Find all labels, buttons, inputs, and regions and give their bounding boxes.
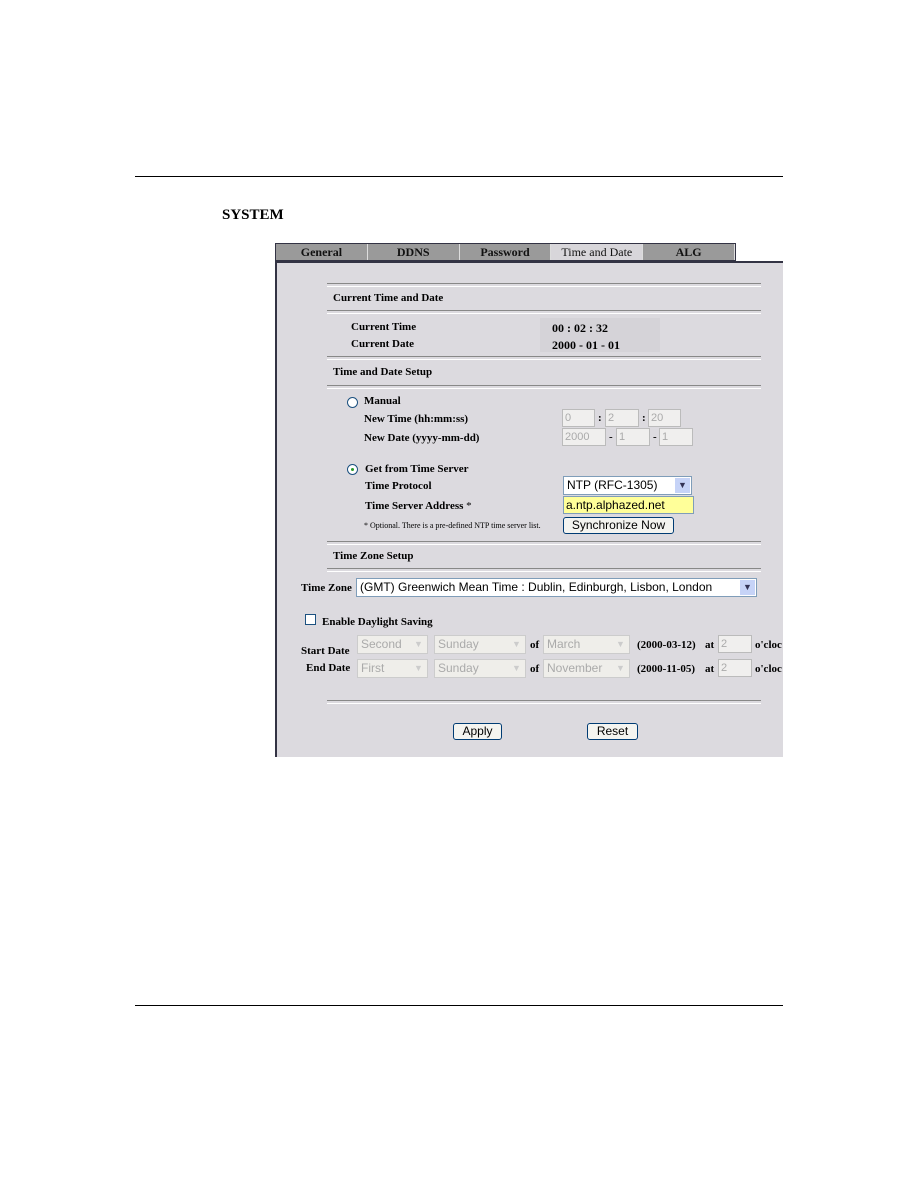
current-heading: Current Time and Date [333,292,444,304]
start-day-value: Sunday [438,637,479,651]
divider [327,356,761,360]
reset-button[interactable]: Reset [587,723,638,740]
day-input[interactable]: 1 [659,428,693,446]
start-month-select[interactable]: March ▼ [543,635,630,654]
chevron-down-icon: ▼ [613,637,628,652]
separator: - [609,431,613,443]
current-date-label: Current Date [351,338,415,350]
daylight-saving-label: Enable Daylight Saving [322,616,433,628]
at-label: at [705,663,715,675]
asterisk: * [466,500,472,512]
hour-input[interactable]: 0 [562,409,595,427]
chevron-down-icon: ▼ [509,637,524,652]
divider [327,385,761,389]
of-label: of [530,663,540,675]
chevron-down-icon: ▼ [411,661,426,676]
new-date-label: New Date (yyyy-mm-dd) [364,432,480,444]
second-input[interactable]: 20 [648,409,681,427]
end-day-value: Sunday [438,661,479,675]
timezone-heading: Time Zone Setup [333,550,414,562]
chevron-down-icon: ▼ [675,478,690,493]
synchronize-now-button[interactable]: Synchronize Now [563,517,674,534]
divider [327,541,761,545]
tab-alg[interactable]: ALG [643,244,735,260]
end-week-value: First [361,661,385,675]
divider [327,310,761,314]
setup-heading: Time and Date Setup [333,366,433,378]
separator: - [653,431,657,443]
start-date-value: (2000-03-12) [637,639,696,651]
tab-general[interactable]: General [276,244,368,260]
end-week-select[interactable]: First ▼ [357,659,428,678]
protocol-value: NTP (RFC-1305) [567,478,658,492]
protocol-select[interactable]: NTP (RFC-1305) ▼ [563,476,692,495]
page-title: SYSTEM [222,207,284,223]
apply-button[interactable]: Apply [453,723,502,740]
start-day-select[interactable]: Sunday ▼ [434,635,526,654]
end-date-value: (2000-11-05) [637,663,696,675]
separator: : [598,412,602,424]
chevron-down-icon: ▼ [740,580,755,595]
oclock-label: o'cloc [755,663,782,675]
timezone-label: Time Zone [301,582,352,594]
address-label-text: Time Server Address [365,500,464,512]
server-address-input[interactable]: a.ntp.alphazed.net [563,496,694,514]
minute-input[interactable]: 2 [605,409,639,427]
address-label: Time Server Address * [365,500,472,512]
start-date-label: Start Date [301,645,350,657]
current-time-value: 00 : 02 : 32 [552,321,608,335]
timezone-value: (GMT) Greenwich Mean Time : Dublin, Edin… [360,580,713,594]
divider [327,700,761,704]
separator: : [642,412,646,424]
timezone-select[interactable]: (GMT) Greenwich Mean Time : Dublin, Edin… [356,578,757,597]
optional-note: * Optional. There is a pre-defined NTP t… [364,521,541,530]
current-date-value: 2000 - 01 - 01 [552,338,620,352]
end-month-value: November [547,661,603,675]
tab-bar: General DDNS Password Time and Date ALG [275,243,736,261]
start-hour-input[interactable]: 2 [718,635,752,653]
end-date-label: End Date [306,662,351,674]
end-month-select[interactable]: November ▼ [543,659,630,678]
top-rule [135,176,783,177]
manual-radio[interactable] [347,397,358,408]
end-day-select[interactable]: Sunday ▼ [434,659,526,678]
bottom-rule [135,1005,783,1006]
protocol-label: Time Protocol [365,480,432,492]
settings-panel [275,261,783,757]
tab-time-and-date[interactable]: Time and Date [551,244,644,260]
manual-label: Manual [364,395,401,407]
at-label: at [705,639,715,651]
oclock-label: o'cloc [755,639,782,651]
time-server-label: Get from Time Server [365,463,469,475]
chevron-down-icon: ▼ [613,661,628,676]
current-time-label: Current Time [351,321,417,333]
month-input[interactable]: 1 [616,428,650,446]
new-time-label: New Time (hh:mm:ss) [364,413,469,425]
start-week-value: Second [361,637,402,651]
daylight-saving-checkbox[interactable] [305,614,316,625]
tab-password[interactable]: Password [460,244,552,260]
start-week-select[interactable]: Second ▼ [357,635,428,654]
of-label: of [530,639,540,651]
tab-ddns[interactable]: DDNS [368,244,460,260]
divider [327,283,761,287]
divider [327,568,761,572]
start-month-value: March [547,637,581,651]
end-hour-input[interactable]: 2 [718,659,752,677]
year-input[interactable]: 2000 [562,428,606,446]
chevron-down-icon: ▼ [411,637,426,652]
chevron-down-icon: ▼ [509,661,524,676]
time-server-radio[interactable] [347,464,358,475]
